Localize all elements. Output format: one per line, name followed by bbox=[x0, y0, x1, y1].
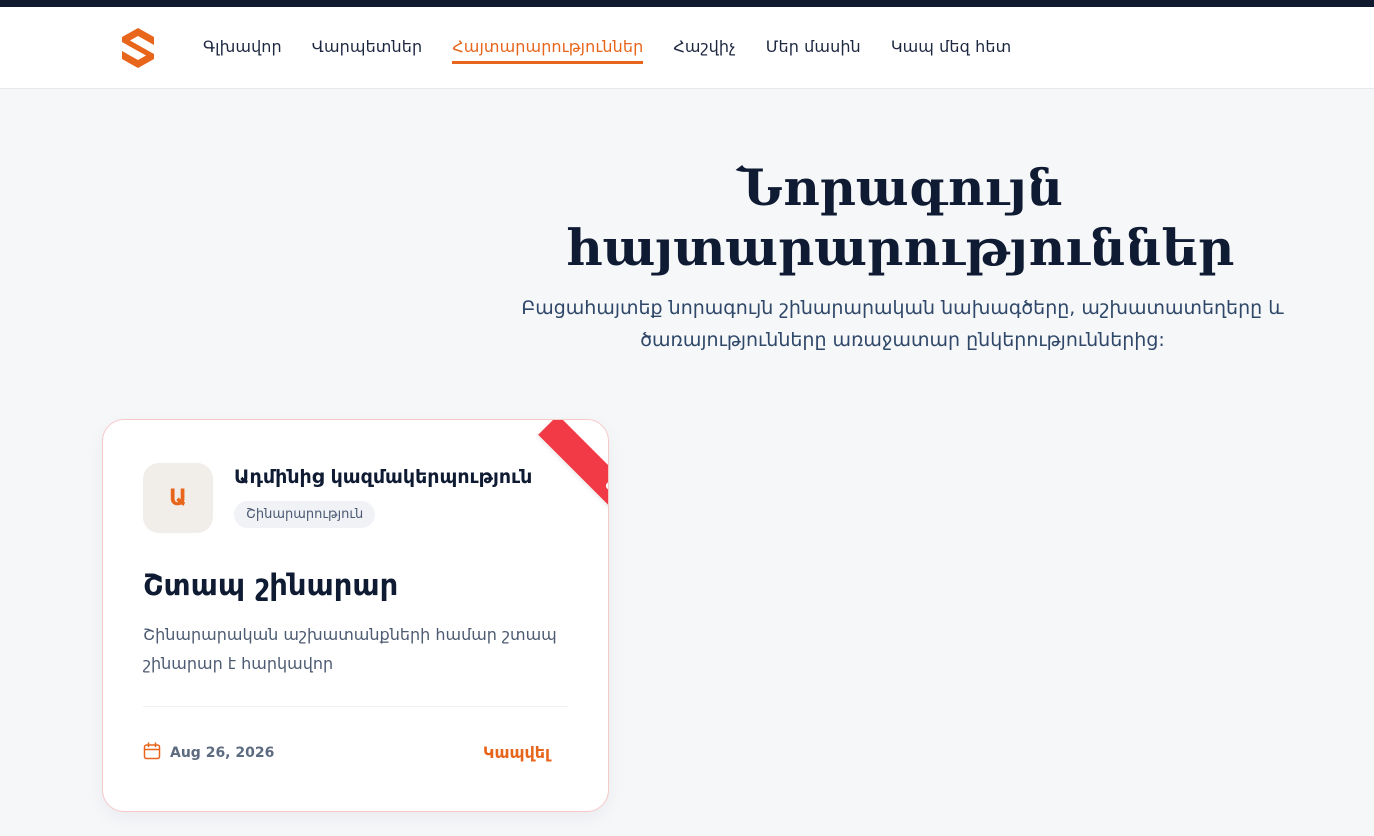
calendar-icon bbox=[143, 742, 161, 764]
avatar-letter: Ա bbox=[169, 485, 187, 511]
listing-card[interactable]: Շտապ Ա Ադմինից կազմակերպություն Շինարարո… bbox=[102, 419, 609, 812]
company-name: Ադմինից կազմակերպություն bbox=[234, 466, 533, 488]
urgent-ribbon: Շտապ bbox=[538, 420, 608, 584]
window-top-bar bbox=[0, 0, 1374, 7]
listing-description: Շինարարական աշխատանքների համար շտապ շինա… bbox=[143, 625, 557, 673]
company-avatar: Ա bbox=[143, 463, 213, 533]
main-nav: Գլխավոր Վարպետներ Հայտարարություններ Հաշ… bbox=[203, 37, 1041, 64]
listing-date: Aug 26, 2026 bbox=[143, 742, 274, 764]
nav-contact[interactable]: Կապ մեզ հետ bbox=[891, 37, 1011, 64]
nav-masters[interactable]: Վարպետներ bbox=[312, 37, 422, 64]
category-badge: Շինարարություն bbox=[234, 501, 376, 528]
date-text: Aug 26, 2026 bbox=[170, 745, 275, 761]
card-divider bbox=[143, 706, 568, 707]
page-title: Նորագույն հայտարարություններ bbox=[565, 158, 1235, 277]
nav-announcements[interactable]: Հայտարարություններ bbox=[452, 37, 644, 64]
nav-about[interactable]: Մեր մասին bbox=[766, 37, 861, 64]
nav-home[interactable]: Գլխավոր bbox=[203, 37, 282, 64]
page-subtitle: Բացահայտեք նորագույն շինարարական նախագծե… bbox=[521, 297, 1284, 351]
nav-calculator[interactable]: Հաշվիչ bbox=[673, 37, 735, 64]
contact-button[interactable]: Կապվել bbox=[483, 743, 550, 762]
s-logo-icon[interactable] bbox=[120, 27, 156, 69]
site-header: Գլխավոր Վարպետներ Հայտարարություններ Հաշ… bbox=[0, 7, 1374, 89]
listing-title[interactable]: Շտապ շինարար bbox=[143, 568, 398, 602]
